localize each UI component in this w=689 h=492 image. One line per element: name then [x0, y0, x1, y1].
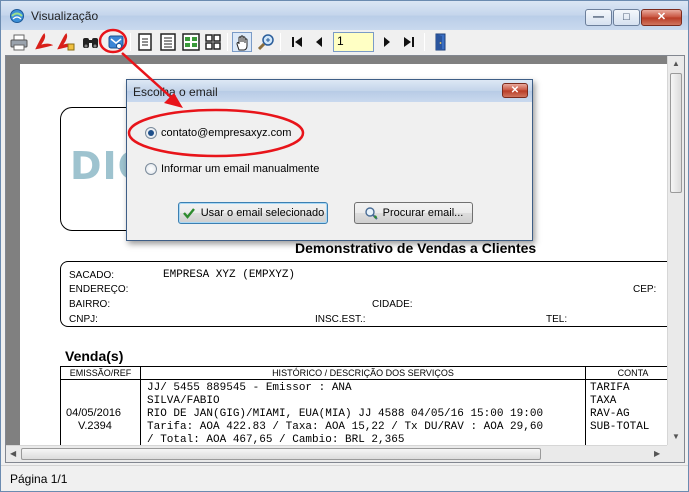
- sacado-value: EMPRESA XYZ (EMPXYZ): [163, 269, 296, 281]
- page-status: Página 1/1: [10, 472, 68, 486]
- email-option-label: contato@empresaxyz.com: [161, 127, 292, 139]
- email-option-manual[interactable]: Informar um email manualmente: [145, 161, 319, 177]
- toolbar-separator: [424, 33, 425, 51]
- insc-est-label: INSC.EST.:: [315, 314, 366, 325]
- radio-unchecked-icon[interactable]: [145, 163, 157, 175]
- scrollbar-corner: [667, 445, 684, 462]
- search-email-label: Procurar email...: [382, 207, 464, 219]
- choose-email-dialog: Escolha o email ✕ contato@empresaxyz.com…: [126, 79, 533, 241]
- scroll-right-icon[interactable]: ▶: [654, 449, 660, 458]
- dialog-close-button[interactable]: ✕: [502, 83, 528, 98]
- close-icon: ✕: [510, 85, 520, 96]
- column-header-emissao: EMISSÃO/REF: [61, 366, 140, 380]
- toolbar-separator: [227, 33, 228, 51]
- status-bar: Página 1/1: [1, 465, 688, 491]
- grid-pages-icon[interactable]: [203, 32, 223, 52]
- row-historico-line: Tarifa: AOA 422.83 / Taxa: AOA 15,22 / T…: [147, 421, 544, 433]
- window-title: Visualização: [31, 9, 99, 23]
- cep-label: CEP:: [633, 284, 657, 295]
- printer-icon[interactable]: [9, 32, 29, 52]
- row-conta-line: TAXA: [590, 395, 617, 407]
- report-title: Demonstrativo de Vendas a Clientes: [295, 240, 537, 256]
- toolbar-separator: [130, 33, 131, 51]
- minimize-button[interactable]: —: [585, 9, 612, 26]
- checkmark-icon: [182, 208, 195, 219]
- radio-checked-icon[interactable]: [145, 127, 157, 139]
- two-pages-icon[interactable]: [158, 32, 178, 52]
- zoom-icon[interactable]: [256, 32, 276, 52]
- scroll-up-icon[interactable]: ▲: [672, 59, 680, 68]
- tel-label: TEL:: [546, 314, 568, 325]
- title-bar[interactable]: Visualização — □ ✕: [1, 1, 688, 30]
- email-option-label: Informar um email manualmente: [161, 163, 320, 175]
- dialog-title-bar[interactable]: Escolha o email ✕: [127, 80, 532, 102]
- pdf-export-alt-icon[interactable]: [56, 32, 76, 52]
- vertical-scrollbar[interactable]: ▲ ▼: [667, 56, 684, 445]
- exit-icon[interactable]: [431, 32, 451, 52]
- row-historico-line: RIO DE JAN(GIG)/MIAMI, EUA(MIA) JJ 4588 …: [147, 408, 544, 420]
- vertical-scroll-thumb[interactable]: [670, 73, 682, 193]
- row-conta-line: TARIFA: [590, 382, 630, 394]
- scroll-left-icon[interactable]: ◀: [10, 449, 16, 458]
- row-conta-line: RAV-AG: [590, 408, 630, 420]
- customer-info-box: SACADO: EMPRESA XYZ (EMPXYZ) ENDEREÇO: C…: [60, 261, 684, 327]
- scroll-down-icon[interactable]: ▼: [672, 432, 680, 441]
- toolbar: 1: [1, 30, 688, 55]
- endereco-label: ENDEREÇO:: [69, 284, 129, 295]
- bairro-label: BAIRRO:: [69, 299, 111, 310]
- row-historico-line: JJ/ 5455 889545 - Emissor : ANA: [147, 382, 352, 394]
- single-page-icon[interactable]: [135, 32, 155, 52]
- next-page-icon[interactable]: [377, 32, 397, 52]
- column-header-historico: HISTÓRICO / DESCRIÇÃO DOS SERVIÇOS: [141, 366, 585, 380]
- toolbar-separator: [280, 33, 281, 51]
- row-ref: V.2394: [78, 420, 112, 432]
- minimize-icon: —: [593, 11, 604, 23]
- sacado-label: SACADO:: [69, 270, 115, 281]
- multi-pages-icon[interactable]: [181, 32, 201, 52]
- preview-window: Visualização — □ ✕ 1 DIC Demonstrativo d…: [0, 0, 689, 492]
- cnpj-label: CNPJ:: [69, 314, 98, 325]
- first-page-icon[interactable]: [287, 32, 307, 52]
- search-email-button[interactable]: Procurar email...: [354, 202, 473, 224]
- search-icon: [364, 207, 378, 220]
- maximize-icon: □: [623, 11, 630, 23]
- row-conta-line: SUB-TOTAL: [590, 421, 650, 433]
- prev-page-icon[interactable]: [309, 32, 329, 52]
- hand-pan-icon[interactable]: [232, 32, 252, 52]
- column-header-conta: CONTA: [586, 366, 680, 380]
- find-icon[interactable]: [81, 32, 101, 52]
- row-historico-line: SILVA/FABIO: [147, 395, 220, 407]
- section-title: Venda(s): [65, 348, 124, 364]
- close-icon: ✕: [656, 11, 667, 23]
- close-button[interactable]: ✕: [641, 9, 682, 26]
- use-selected-email-button[interactable]: Usar o email selecionado: [178, 202, 328, 224]
- maximize-button[interactable]: □: [613, 9, 640, 26]
- row-emissao: 04/05/2016: [66, 407, 122, 419]
- pdf-export-icon[interactable]: [33, 32, 54, 52]
- cidade-label: CIDADE:: [372, 299, 413, 310]
- email-icon[interactable]: [106, 32, 126, 52]
- page-number-input[interactable]: 1: [333, 32, 374, 52]
- horizontal-scrollbar[interactable]: ◀ ▶: [6, 445, 667, 462]
- horizontal-scroll-thumb[interactable]: [21, 448, 541, 460]
- use-selected-email-label: Usar o email selecionado: [200, 207, 325, 219]
- app-icon: [10, 9, 24, 23]
- email-option-selected[interactable]: contato@empresaxyz.com: [145, 125, 291, 141]
- dialog-title: Escolha o email: [133, 85, 218, 99]
- last-page-icon[interactable]: [399, 32, 419, 52]
